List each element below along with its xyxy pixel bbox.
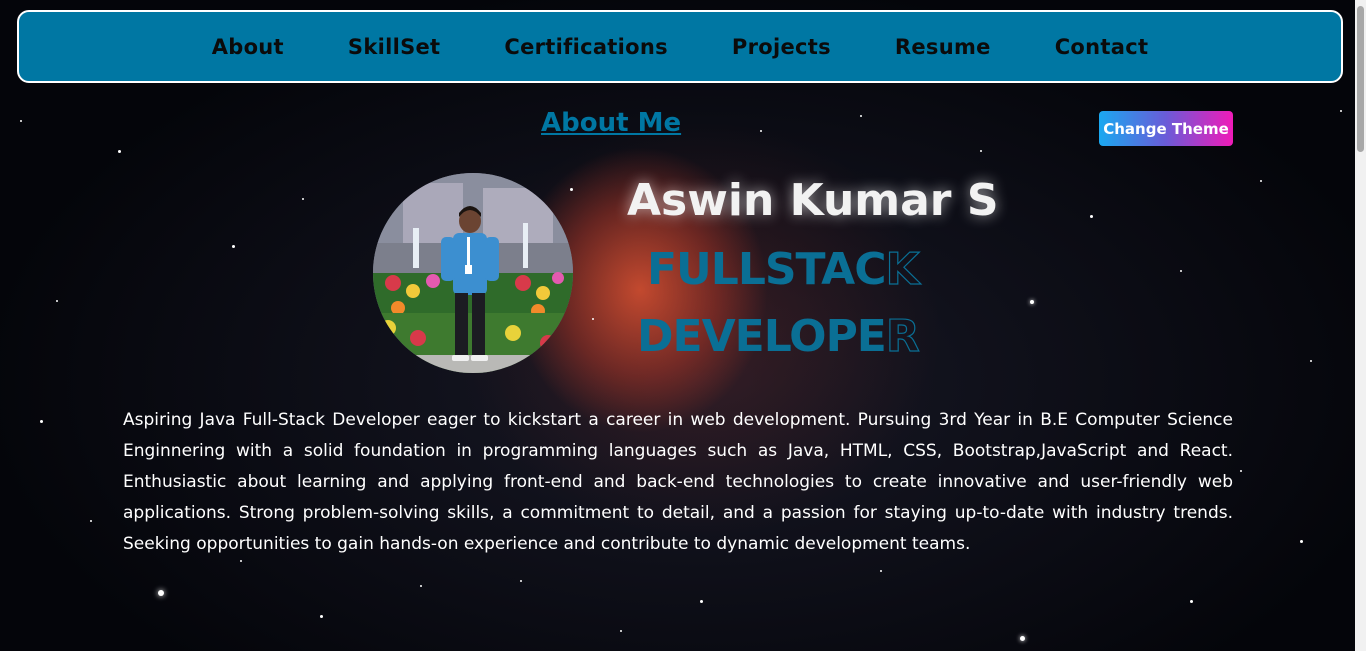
role-line-2-last: R: [885, 310, 920, 362]
nav-link-certifications[interactable]: Certifications: [504, 35, 668, 59]
about-heading: About Me: [541, 108, 682, 138]
nav-link-about[interactable]: About: [212, 35, 284, 59]
change-theme-button[interactable]: Change Theme: [1099, 111, 1233, 146]
role-line-fullstack: FULLSTACK: [647, 243, 920, 295]
role-line-2-main: DEVELOPE: [637, 311, 887, 362]
nav-link-resume[interactable]: Resume: [895, 35, 991, 59]
navbar: About SkillSet Certifications Projects R…: [17, 10, 1343, 83]
bio-paragraph: Aspiring Java Full-Stack Developer eager…: [123, 410, 1233, 554]
nav-link-projects[interactable]: Projects: [732, 35, 831, 59]
role-line-1-last: K: [885, 243, 920, 295]
scrollbar-thumb[interactable]: [1357, 6, 1364, 152]
role-line-1-main: FULLSTAC: [647, 244, 886, 295]
scrollbar-track[interactable]: [1355, 0, 1366, 651]
profile-name: Aswin Kumar S: [627, 175, 999, 226]
role-line-developer: DEVELOPER: [637, 310, 920, 362]
profile-photo-icon: [373, 173, 573, 373]
avatar: [373, 173, 573, 373]
nav-link-contact[interactable]: Contact: [1055, 35, 1149, 59]
nav-link-skillset[interactable]: SkillSet: [348, 35, 441, 59]
